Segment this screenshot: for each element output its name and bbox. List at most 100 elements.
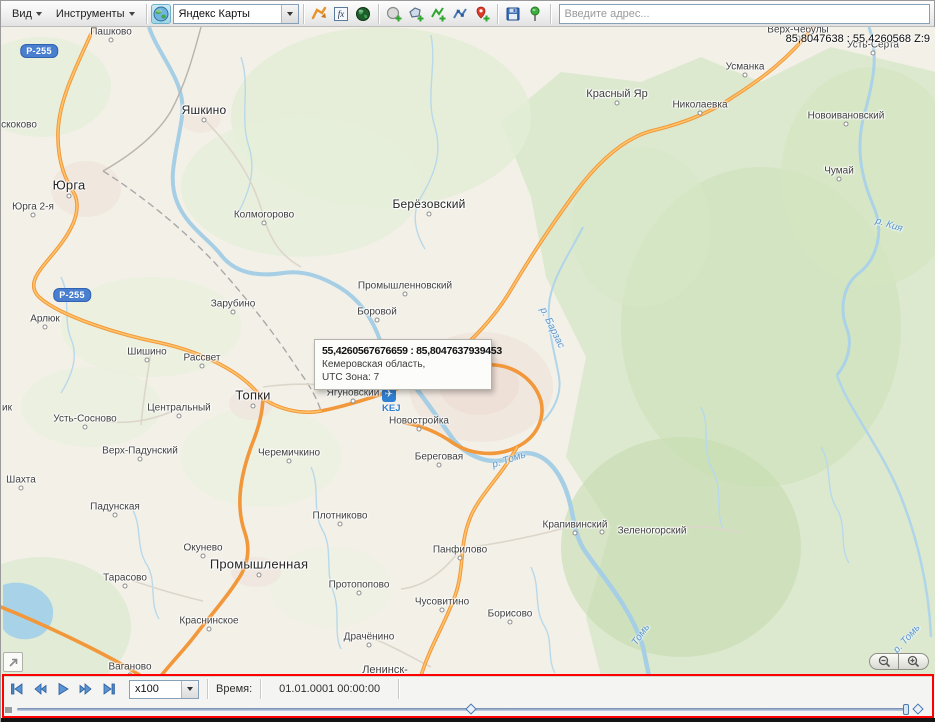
town-dot-marker bbox=[403, 292, 408, 297]
fast-forward-icon bbox=[78, 681, 94, 697]
playback-speed-select[interactable]: x100 bbox=[129, 680, 199, 699]
slider-track[interactable] bbox=[17, 708, 906, 711]
add-polygon-button[interactable] bbox=[406, 4, 426, 24]
map-town-label: Топки bbox=[235, 388, 270, 403]
globe-icon bbox=[153, 6, 169, 22]
slider-end-handle[interactable] bbox=[903, 704, 909, 715]
tools-menu-button[interactable]: Инструменты bbox=[49, 4, 142, 24]
map-town-label: Ленинск- bbox=[362, 664, 408, 676]
basemap-globe-button[interactable] bbox=[151, 4, 171, 24]
map-town-label: Арлюк bbox=[30, 314, 60, 325]
map-town-label: Борисово bbox=[488, 609, 533, 620]
map-town-label: Юрга bbox=[53, 178, 86, 193]
slider-left-cap bbox=[5, 707, 12, 713]
combo-dropdown-button[interactable] bbox=[181, 681, 198, 698]
town-dot-marker bbox=[437, 463, 442, 468]
map-town-label: Колмогорово bbox=[234, 210, 294, 221]
town-dot-marker bbox=[287, 459, 292, 464]
map-canvas[interactable]: ПашковоВерх-ЧебулыУсть-СертаУсманкаКрасн… bbox=[1, 27, 935, 676]
chevron-down-icon bbox=[287, 12, 293, 16]
map-provider-select[interactable]: Яндекс Карты bbox=[173, 4, 299, 24]
playback-speed-value: x100 bbox=[130, 683, 181, 695]
town-dot-marker bbox=[440, 608, 445, 613]
expression-button[interactable]: fx bbox=[331, 4, 351, 24]
zoom-out-button[interactable] bbox=[869, 653, 899, 670]
edit-polyline-button[interactable] bbox=[450, 4, 470, 24]
map-town-label: Берёзовский bbox=[392, 197, 465, 211]
step-back-button[interactable] bbox=[31, 681, 49, 698]
window-bottom-strip bbox=[1, 718, 935, 722]
step-forward-button[interactable] bbox=[77, 681, 95, 698]
map-town-label: Ваганово bbox=[108, 662, 151, 673]
gis-application-window: Вид Инструменты Яндекс Карты bbox=[0, 0, 935, 722]
town-dot-marker bbox=[615, 101, 620, 106]
map-town-label: Усть-Сосново bbox=[53, 414, 116, 425]
expand-panel-button[interactable] bbox=[3, 652, 23, 672]
map-town-label: Верх-Падунский bbox=[102, 446, 178, 457]
skip-to-start-button[interactable] bbox=[8, 681, 26, 698]
map-town-label: Новостройка bbox=[389, 416, 449, 427]
town-dot-marker bbox=[417, 427, 422, 432]
slider-right-thumb[interactable] bbox=[912, 703, 923, 714]
address-input[interactable] bbox=[559, 4, 931, 24]
town-dot-marker bbox=[200, 364, 205, 369]
town-dot-marker bbox=[375, 318, 380, 323]
add-placemark-button[interactable] bbox=[472, 4, 492, 24]
map-town-label: Промышленная bbox=[210, 557, 308, 572]
slider-thumb[interactable] bbox=[465, 703, 476, 714]
town-dot-marker bbox=[262, 221, 267, 226]
combo-dropdown-button[interactable] bbox=[281, 5, 298, 23]
town-dot-marker bbox=[31, 213, 36, 218]
edit-polyline-icon bbox=[452, 6, 468, 22]
add-polyline-button[interactable] bbox=[428, 4, 448, 24]
globe-dark-icon bbox=[355, 6, 371, 22]
town-dot-marker bbox=[19, 486, 24, 491]
map-town-label: Пашково bbox=[90, 27, 132, 38]
map-town-label: Яшкино bbox=[182, 103, 227, 117]
skip-to-end-button[interactable] bbox=[100, 681, 118, 698]
map-town-label: ик bbox=[2, 403, 12, 414]
town-dot-marker bbox=[113, 513, 118, 518]
view-menu-button[interactable]: Вид bbox=[5, 4, 49, 24]
globe-dark-button[interactable] bbox=[353, 4, 373, 24]
cursor-coordinates-overlay: 85,8047638 : 55,4260568 Z:9 bbox=[786, 33, 930, 45]
save-button[interactable] bbox=[503, 4, 523, 24]
town-dot-marker bbox=[357, 591, 362, 596]
dropdown-caret-icon bbox=[36, 12, 42, 16]
edit-route-icon bbox=[311, 6, 327, 22]
town-dot-marker bbox=[251, 404, 256, 409]
panel-separator bbox=[260, 679, 261, 699]
town-dot-marker bbox=[83, 425, 88, 430]
add-circle-button[interactable] bbox=[384, 4, 404, 24]
map-town-label: Тарасово bbox=[103, 573, 147, 584]
map-town-label: Промышленновский bbox=[358, 281, 452, 292]
add-polygon-icon bbox=[408, 6, 424, 22]
map-town-label: Шишино bbox=[127, 347, 166, 358]
map-town-label: Панфилово bbox=[433, 545, 487, 556]
map-town-label: Зарубино bbox=[211, 299, 256, 310]
svg-text:fx: fx bbox=[337, 9, 344, 19]
map-town-label: Протопопово bbox=[329, 580, 390, 591]
toolbar-separator bbox=[146, 4, 147, 24]
tooltip-region: Кемеровская область, bbox=[322, 359, 484, 370]
skip-to-end-icon bbox=[101, 681, 117, 697]
save-icon bbox=[505, 6, 521, 22]
toolbar-separator bbox=[303, 4, 304, 24]
green-marker-button[interactable] bbox=[525, 4, 545, 24]
map-town-label: Новоивановский bbox=[808, 111, 885, 122]
zoom-in-button[interactable] bbox=[899, 653, 929, 670]
green-marker-icon bbox=[527, 6, 543, 22]
map-town-label: Николаевка bbox=[672, 100, 727, 111]
play-button[interactable] bbox=[54, 681, 72, 698]
airport-code-label: KEJ bbox=[382, 403, 397, 414]
timeline-slider[interactable] bbox=[1, 704, 935, 716]
map-town-label: Крапивинский bbox=[543, 520, 608, 531]
map-town-label: скоково bbox=[1, 120, 37, 131]
town-dot-marker bbox=[698, 111, 703, 116]
add-circle-icon bbox=[386, 6, 402, 22]
town-dot-marker bbox=[367, 643, 372, 648]
town-dot-marker bbox=[743, 73, 748, 78]
coordinates-tooltip: 55,4260567676659 : 85,8047637939453 Кеме… bbox=[314, 339, 492, 390]
map-town-label: Красный Яр bbox=[586, 88, 647, 100]
edit-route-button[interactable] bbox=[309, 4, 329, 24]
